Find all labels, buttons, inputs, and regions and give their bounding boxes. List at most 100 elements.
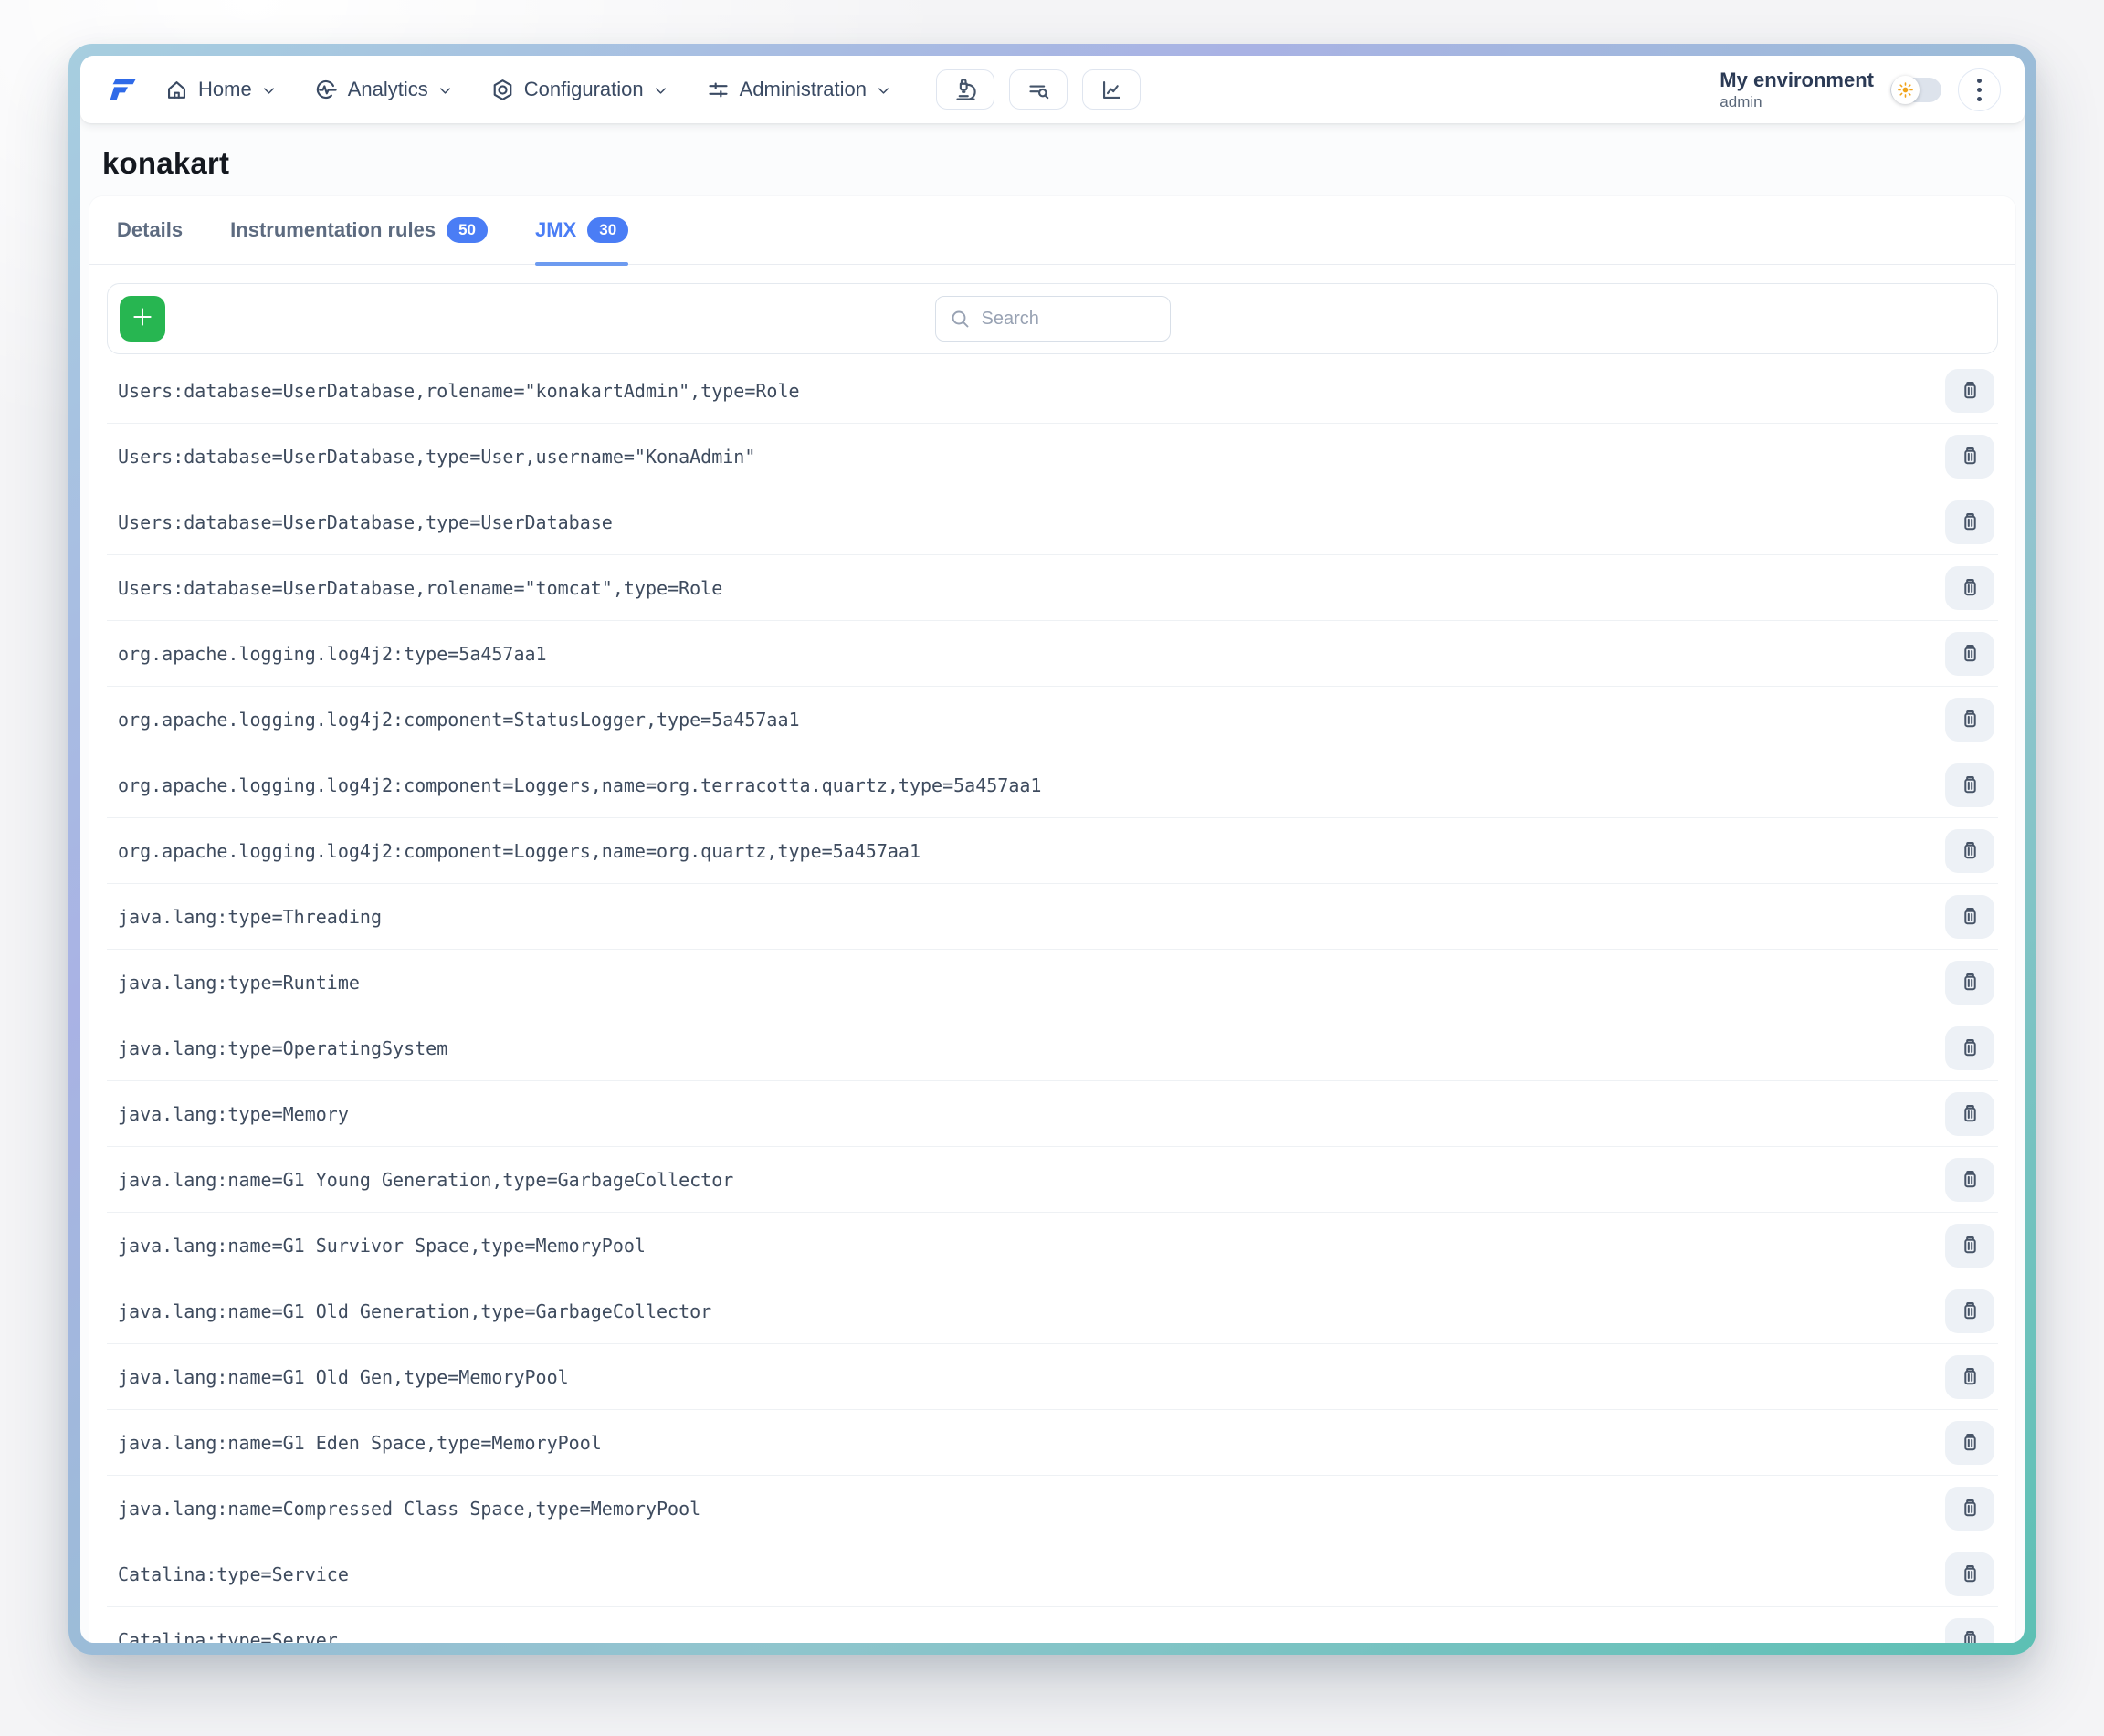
microscope-icon — [953, 78, 978, 102]
delete-mbean-button[interactable] — [1945, 632, 1994, 676]
metrics-chart-icon — [1099, 78, 1124, 102]
trash-icon — [1959, 642, 1982, 665]
mbean-name: Catalina:type=Service — [118, 1563, 349, 1585]
nav-item-label: Analytics — [348, 78, 428, 101]
more-menu-button[interactable] — [1958, 68, 2001, 111]
brand-logo-icon — [104, 71, 141, 108]
nav-item-administration[interactable]: Administration — [706, 78, 892, 102]
trash-icon — [1959, 379, 1982, 402]
search-input[interactable] — [982, 309, 1157, 330]
delete-mbean-button[interactable] — [1945, 763, 1994, 807]
log-search-icon — [1026, 78, 1051, 102]
tab-count-badge: 50 — [447, 217, 488, 243]
delete-mbean-button[interactable] — [1945, 1092, 1994, 1136]
nav-item-label: Administration — [740, 78, 867, 101]
add-jmx-button[interactable] — [120, 296, 165, 342]
delete-mbean-button[interactable] — [1945, 566, 1994, 610]
mbean-name: Users:database=UserDatabase,type=UserDat… — [118, 511, 613, 533]
trash-icon — [1959, 1497, 1982, 1520]
jmx-row: java.lang:name=Compressed Class Space,ty… — [107, 1476, 1998, 1541]
administration-icon — [706, 78, 731, 102]
delete-mbean-button[interactable] — [1945, 1026, 1994, 1070]
jmx-row: Users:database=UserDatabase,type=UserDat… — [107, 489, 1998, 555]
mbean-name: java.lang:name=G1 Eden Space,type=Memory… — [118, 1432, 602, 1454]
trash-icon — [1959, 1102, 1982, 1125]
trash-icon — [1959, 839, 1982, 862]
nav-item-label: Home — [198, 78, 252, 101]
jmx-row: Users:database=UserDatabase,rolename="to… — [107, 555, 1998, 621]
delete-mbean-button[interactable] — [1945, 1355, 1994, 1399]
chevron-down-icon — [652, 82, 669, 100]
delete-mbean-button[interactable] — [1945, 829, 1994, 873]
mbean-name: Catalina:type=Server — [118, 1629, 338, 1644]
jmx-toolbar — [107, 283, 1998, 354]
page-title: konakart — [102, 146, 2015, 181]
trash-icon — [1959, 708, 1982, 731]
environment-info: My environment admin — [1720, 68, 1874, 111]
delete-mbean-button[interactable] — [1945, 1289, 1994, 1333]
jmx-row: java.lang:name=G1 Survivor Space,type=Me… — [107, 1213, 1998, 1278]
trash-icon — [1959, 445, 1982, 468]
tab-label: Details — [117, 218, 183, 242]
delete-mbean-button[interactable] — [1945, 698, 1994, 742]
mbean-name: org.apache.logging.log4j2:type=5a457aa1 — [118, 643, 547, 665]
tab-instrumentation-rules[interactable]: Instrumentation rules 50 — [230, 196, 488, 264]
mbean-name: java.lang:type=Threading — [118, 906, 382, 928]
tab-jmx[interactable]: JMX 30 — [535, 196, 628, 264]
tab-count-badge: 30 — [587, 217, 628, 243]
delete-mbean-button[interactable] — [1945, 1618, 1994, 1644]
kebab-icon — [1977, 79, 1982, 83]
analytics-icon — [314, 78, 339, 102]
chevron-down-icon — [875, 82, 892, 100]
jmx-row: org.apache.logging.log4j2:component=Logg… — [107, 752, 1998, 818]
mbean-name: java.lang:type=OperatingSystem — [118, 1037, 447, 1059]
trash-icon — [1959, 1431, 1982, 1454]
nav-item-configuration[interactable]: Configuration — [490, 78, 669, 102]
jmx-row: java.lang:name=G1 Young Generation,type=… — [107, 1147, 1998, 1213]
page-content: konakart Details Instrumentation rules 5… — [80, 123, 2025, 1643]
mbean-name: org.apache.logging.log4j2:component=Stat… — [118, 709, 800, 731]
tab-bar: Details Instrumentation rules 50 JMX 30 — [89, 196, 2015, 265]
jmx-row: org.apache.logging.log4j2:type=5a457aa1 — [107, 621, 1998, 687]
mbean-name: java.lang:name=Compressed Class Space,ty… — [118, 1498, 700, 1520]
mbean-name: Users:database=UserDatabase,rolename="to… — [118, 577, 722, 599]
mbean-name: java.lang:name=G1 Survivor Space,type=Me… — [118, 1235, 646, 1257]
mbean-name: Users:database=UserDatabase,type=User,us… — [118, 446, 755, 468]
plus-icon — [131, 305, 154, 329]
trash-icon — [1959, 1234, 1982, 1257]
delete-mbean-button[interactable] — [1945, 369, 1994, 413]
delete-mbean-button[interactable] — [1945, 1487, 1994, 1531]
quick-tools — [936, 69, 1141, 110]
delete-mbean-button[interactable] — [1945, 1158, 1994, 1202]
app-window-frame: Home Analytics Configuration — [68, 44, 2036, 1655]
trash-icon — [1959, 773, 1982, 796]
metrics-button[interactable] — [1082, 69, 1141, 110]
jmx-row: java.lang:type=OperatingSystem — [107, 1015, 1998, 1081]
trash-icon — [1959, 905, 1982, 928]
theme-toggle[interactable] — [1890, 78, 1941, 102]
tab-details[interactable]: Details — [117, 196, 183, 264]
trash-icon — [1959, 1365, 1982, 1388]
sun-icon — [1897, 81, 1914, 99]
delete-mbean-button[interactable] — [1945, 1552, 1994, 1596]
chevron-down-icon — [260, 82, 278, 100]
nav-item-label: Configuration — [524, 78, 644, 101]
delete-mbean-button[interactable] — [1945, 500, 1994, 544]
delete-mbean-button[interactable] — [1945, 1224, 1994, 1268]
trash-icon — [1959, 1562, 1982, 1585]
nav-item-analytics[interactable]: Analytics — [314, 78, 454, 102]
delete-mbean-button[interactable] — [1945, 961, 1994, 1005]
delete-mbean-button[interactable] — [1945, 1421, 1994, 1465]
app-window: Home Analytics Configuration — [80, 56, 2025, 1643]
delete-mbean-button[interactable] — [1945, 895, 1994, 939]
jmx-row: java.lang:type=Threading — [107, 884, 1998, 950]
delete-mbean-button[interactable] — [1945, 435, 1994, 479]
jmx-row: Users:database=UserDatabase,type=User,us… — [107, 424, 1998, 489]
environment-name: My environment — [1720, 68, 1874, 91]
jmx-row: java.lang:name=G1 Old Generation,type=Ga… — [107, 1278, 1998, 1344]
profiler-button[interactable] — [936, 69, 994, 110]
nav-item-home[interactable]: Home — [164, 78, 278, 102]
jmx-row: java.lang:type=Memory — [107, 1081, 1998, 1147]
log-search-button[interactable] — [1009, 69, 1068, 110]
trash-icon — [1959, 971, 1982, 994]
